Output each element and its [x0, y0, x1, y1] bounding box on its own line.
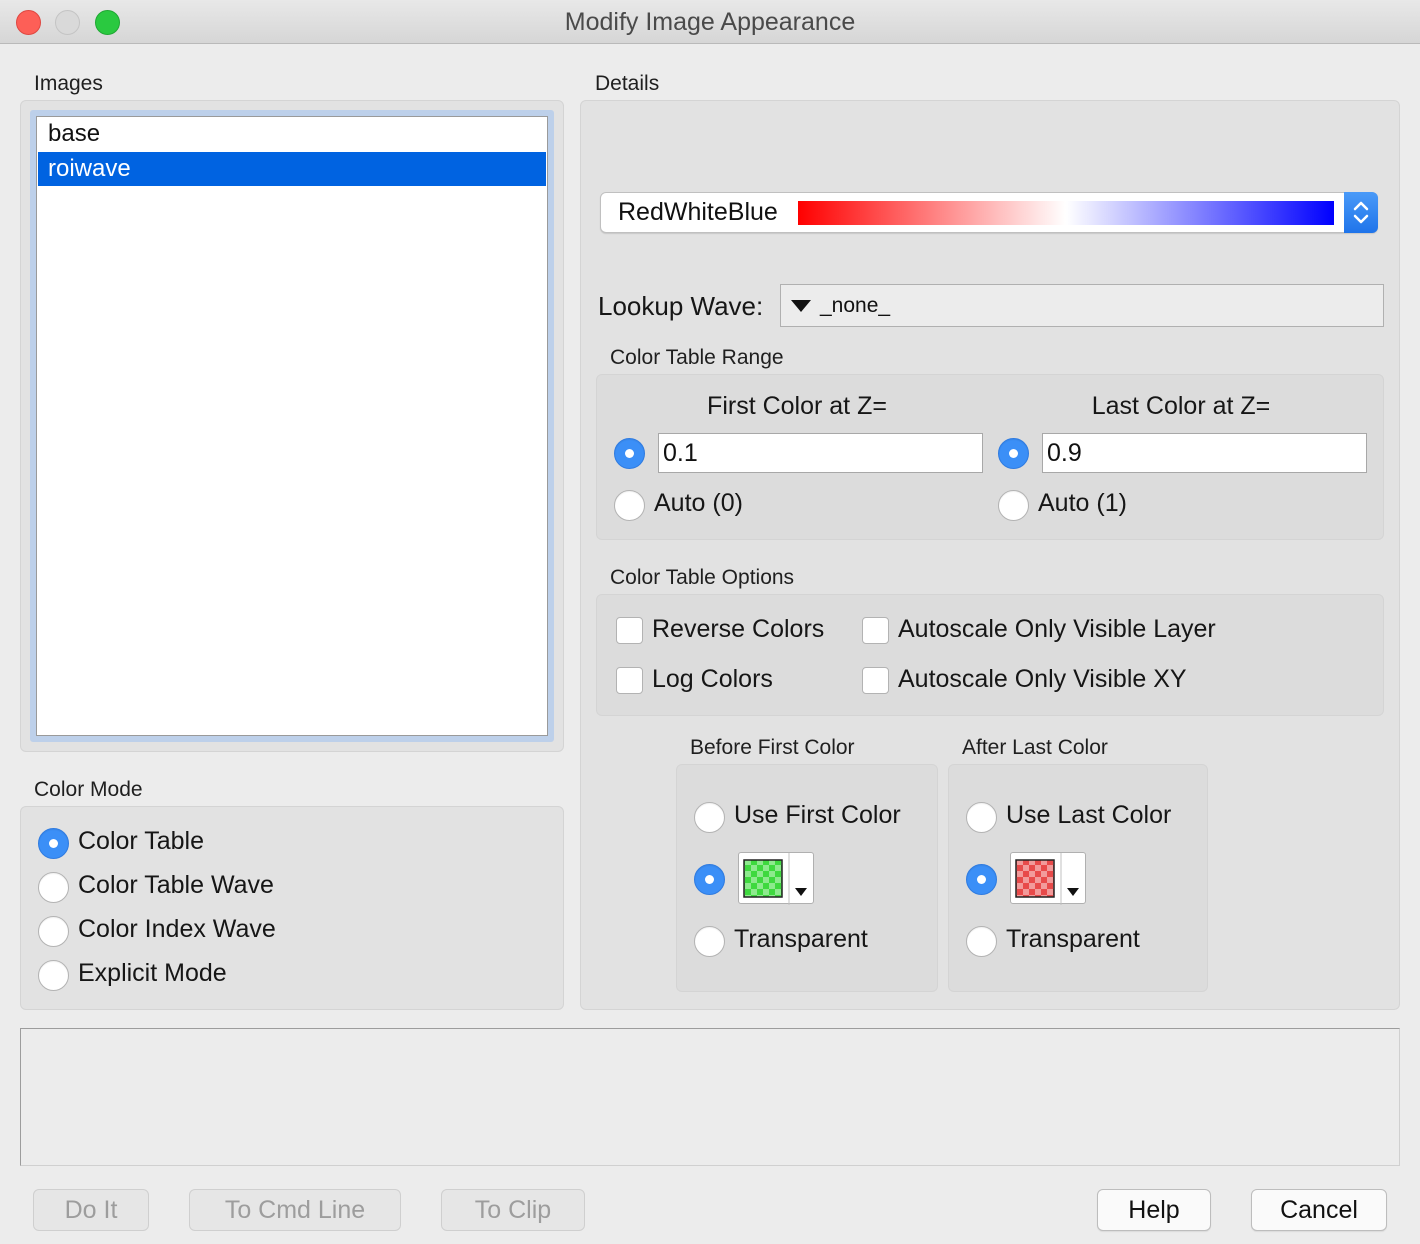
- color-table-options-box: [596, 594, 1384, 716]
- first-color-z-input[interactable]: 0.1: [658, 433, 983, 473]
- autoscale-visible-xy-checkbox[interactable]: [862, 667, 889, 694]
- command-preview-area: [20, 1028, 1400, 1166]
- color-table-radio[interactable]: [38, 828, 69, 859]
- before-first-transparent-radio[interactable]: [694, 926, 725, 957]
- first-color-auto-label: Auto (0): [654, 489, 743, 517]
- help-button[interactable]: Help: [1097, 1189, 1211, 1231]
- reverse-colors-label: Reverse Colors: [652, 615, 825, 643]
- first-color-auto-radio[interactable]: [614, 490, 645, 521]
- color-swatch-dropdown: [1015, 853, 1079, 905]
- after-last-swatch-radio[interactable]: [966, 864, 997, 895]
- color-table-popup-stepper[interactable]: [1344, 192, 1378, 233]
- before-first-swatch-radio[interactable]: [694, 864, 725, 895]
- last-color-header: Last Color at Z=: [1091, 392, 1271, 420]
- use-last-color-label: Use Last Color: [1006, 801, 1172, 829]
- last-color-z-input[interactable]: 0.9: [1042, 433, 1367, 473]
- after-last-color-picker[interactable]: [1010, 852, 1086, 905]
- color-index-wave-label: Color Index Wave: [78, 915, 276, 943]
- last-color-auto-radio[interactable]: [998, 490, 1029, 521]
- color-table-options-label: Color Table Options: [610, 566, 795, 589]
- last-color-value-radio[interactable]: [998, 438, 1029, 469]
- to-clip-button[interactable]: To Clip: [441, 1189, 585, 1231]
- color-mode-group-label: Color Mode: [34, 778, 143, 801]
- color-table-gradient-preview: [798, 201, 1334, 225]
- window-title: Modify Image Appearance: [564, 8, 856, 36]
- cancel-button[interactable]: Cancel: [1251, 1189, 1387, 1231]
- lookup-wave-value: _none_: [820, 294, 891, 317]
- use-first-color-label: Use First Color: [734, 801, 901, 829]
- first-color-header: First Color at Z=: [707, 392, 887, 420]
- color-table-name: RedWhiteBlue: [618, 198, 778, 226]
- up-down-chevron-icon: [1353, 201, 1369, 224]
- explicit-mode-radio[interactable]: [38, 960, 69, 991]
- autoscale-visible-xy-label: Autoscale Only Visible XY: [898, 665, 1187, 693]
- list-item-base[interactable]: base: [38, 117, 546, 151]
- use-last-color-radio[interactable]: [966, 802, 997, 833]
- images-list[interactable]: base roiwave: [36, 116, 548, 736]
- details-group-label: Details: [595, 72, 660, 95]
- first-color-value-radio[interactable]: [614, 438, 645, 469]
- autoscale-visible-layer-label: Autoscale Only Visible Layer: [898, 615, 1216, 643]
- triangle-down-icon: [791, 300, 811, 312]
- autoscale-visible-layer-checkbox[interactable]: [862, 617, 889, 644]
- color-index-wave-radio[interactable]: [38, 916, 69, 947]
- after-last-color-label: After Last Color: [962, 736, 1108, 759]
- use-first-color-radio[interactable]: [694, 802, 725, 833]
- to-cmd-line-button[interactable]: To Cmd Line: [189, 1189, 401, 1231]
- lookup-wave-label: Lookup Wave:: [598, 291, 764, 321]
- last-color-auto-label: Auto (1): [1038, 489, 1127, 517]
- list-item-roiwave[interactable]: roiwave: [38, 152, 546, 186]
- do-it-button[interactable]: Do It: [33, 1189, 149, 1231]
- color-table-label: Color Table: [78, 827, 205, 855]
- color-table-range-label: Color Table Range: [610, 346, 784, 369]
- images-group-label: Images: [34, 72, 103, 95]
- before-first-color-picker[interactable]: [738, 852, 814, 905]
- before-first-transparent-label: Transparent: [734, 925, 868, 953]
- log-colors-label: Log Colors: [652, 665, 773, 693]
- explicit-mode-label: Explicit Mode: [78, 959, 227, 987]
- after-last-transparent-label: Transparent: [1006, 925, 1140, 953]
- reverse-colors-checkbox[interactable]: [616, 617, 643, 644]
- before-first-color-label: Before First Color: [690, 736, 855, 759]
- after-last-transparent-radio[interactable]: [966, 926, 997, 957]
- color-table-wave-radio[interactable]: [38, 872, 69, 903]
- color-swatch-dropdown: [743, 853, 807, 905]
- color-table-wave-label: Color Table Wave: [78, 871, 274, 899]
- log-colors-checkbox[interactable]: [616, 667, 643, 694]
